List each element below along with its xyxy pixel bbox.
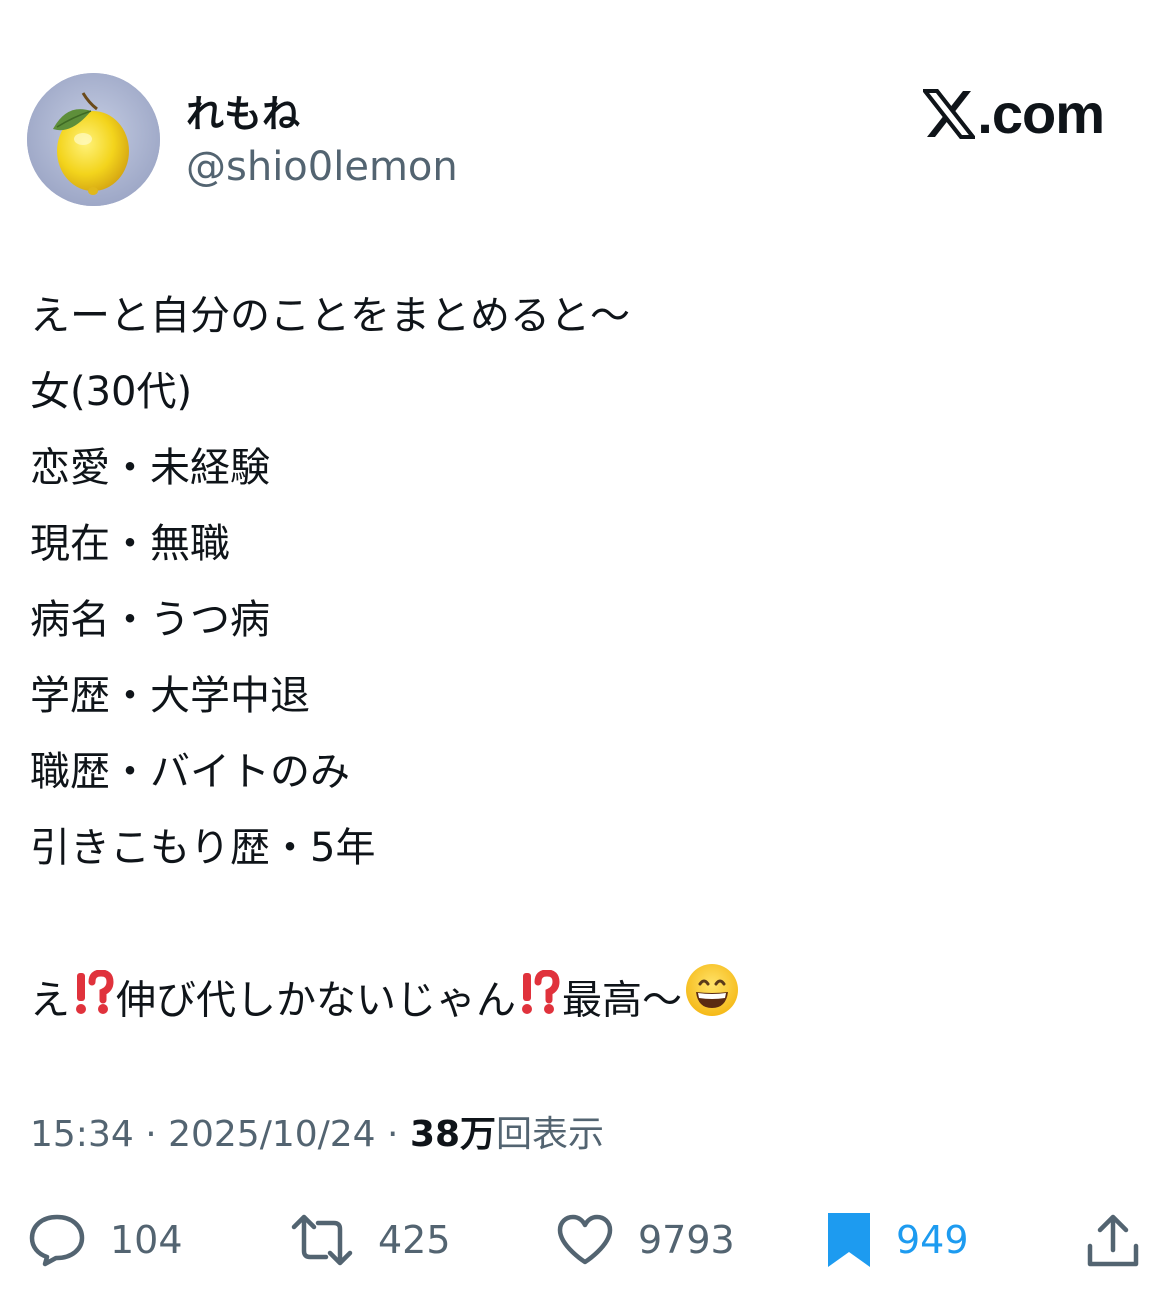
views-count: 38万	[409, 1114, 497, 1155]
reply-count: 104	[110, 1218, 183, 1262]
repost-button[interactable]: 425	[290, 1200, 451, 1280]
interrobang-emoji-icon	[72, 965, 114, 1041]
bookmark-count: 949	[896, 1218, 969, 1262]
x-logo-icon	[923, 89, 976, 139]
lemon-avatar-image	[27, 73, 160, 206]
tweet-line: 引きこもり歴・5年	[30, 825, 376, 871]
avatar[interactable]	[27, 73, 160, 206]
meta-separator: ·	[375, 1114, 410, 1155]
tweet-meta: 15:34 · 2025/10/24 · 38万回表示	[30, 1110, 604, 1160]
bookmark-button[interactable]: 949	[826, 1200, 969, 1280]
tweet-date[interactable]: 2025/10/24	[168, 1114, 376, 1155]
tweet-text-part: 最高〜	[562, 977, 682, 1024]
tweet-time[interactable]: 15:34	[30, 1114, 134, 1155]
author-display-name[interactable]: れもね	[186, 90, 300, 138]
author-handle[interactable]: @shio0lemon	[186, 142, 458, 192]
grinning-face-emoji-icon	[684, 962, 740, 1043]
tweet-line: えーと自分のことをまとめると〜	[30, 293, 630, 339]
share-icon	[1087, 1214, 1139, 1267]
like-button[interactable]: 9793	[556, 1200, 735, 1280]
like-count: 9793	[638, 1218, 735, 1262]
tweet-line: 恋愛・未経験	[30, 445, 270, 491]
x-com-logo: .com	[923, 82, 1105, 145]
tweet-last-line: え伸び代しかないじゃん 最高〜	[30, 962, 1140, 1038]
tweet-body: えーと自分のことをまとめると〜 女(30代) 恋愛・未経験 現在・無職 病名・う…	[30, 278, 1140, 1038]
tweet-line: 女(30代)	[30, 369, 193, 415]
views-label: 回表示	[496, 1114, 605, 1155]
bookmark-icon	[828, 1213, 870, 1267]
meta-separator: ·	[133, 1114, 169, 1155]
reply-button[interactable]: 104	[28, 1200, 183, 1280]
like-icon	[557, 1214, 613, 1265]
repost-icon	[291, 1214, 353, 1266]
interrobang-emoji-icon	[518, 965, 560, 1041]
brand-suffix: .com	[977, 82, 1105, 145]
action-bar: 104 425 9793 949	[0, 1200, 1170, 1280]
tweet-line: 病名・うつ病	[30, 597, 270, 643]
tweet-line: 学歴・大学中退	[30, 673, 310, 719]
repost-count: 425	[378, 1218, 451, 1262]
tweet-line: 職歴・バイトのみ	[30, 749, 350, 795]
tweet-text-part: え	[30, 977, 70, 1024]
share-button[interactable]	[1086, 1200, 1140, 1280]
tweet-line: 現在・無職	[30, 521, 230, 567]
reply-icon	[29, 1214, 85, 1267]
tweet-text-part: 伸び代しかないじゃん	[116, 977, 516, 1024]
